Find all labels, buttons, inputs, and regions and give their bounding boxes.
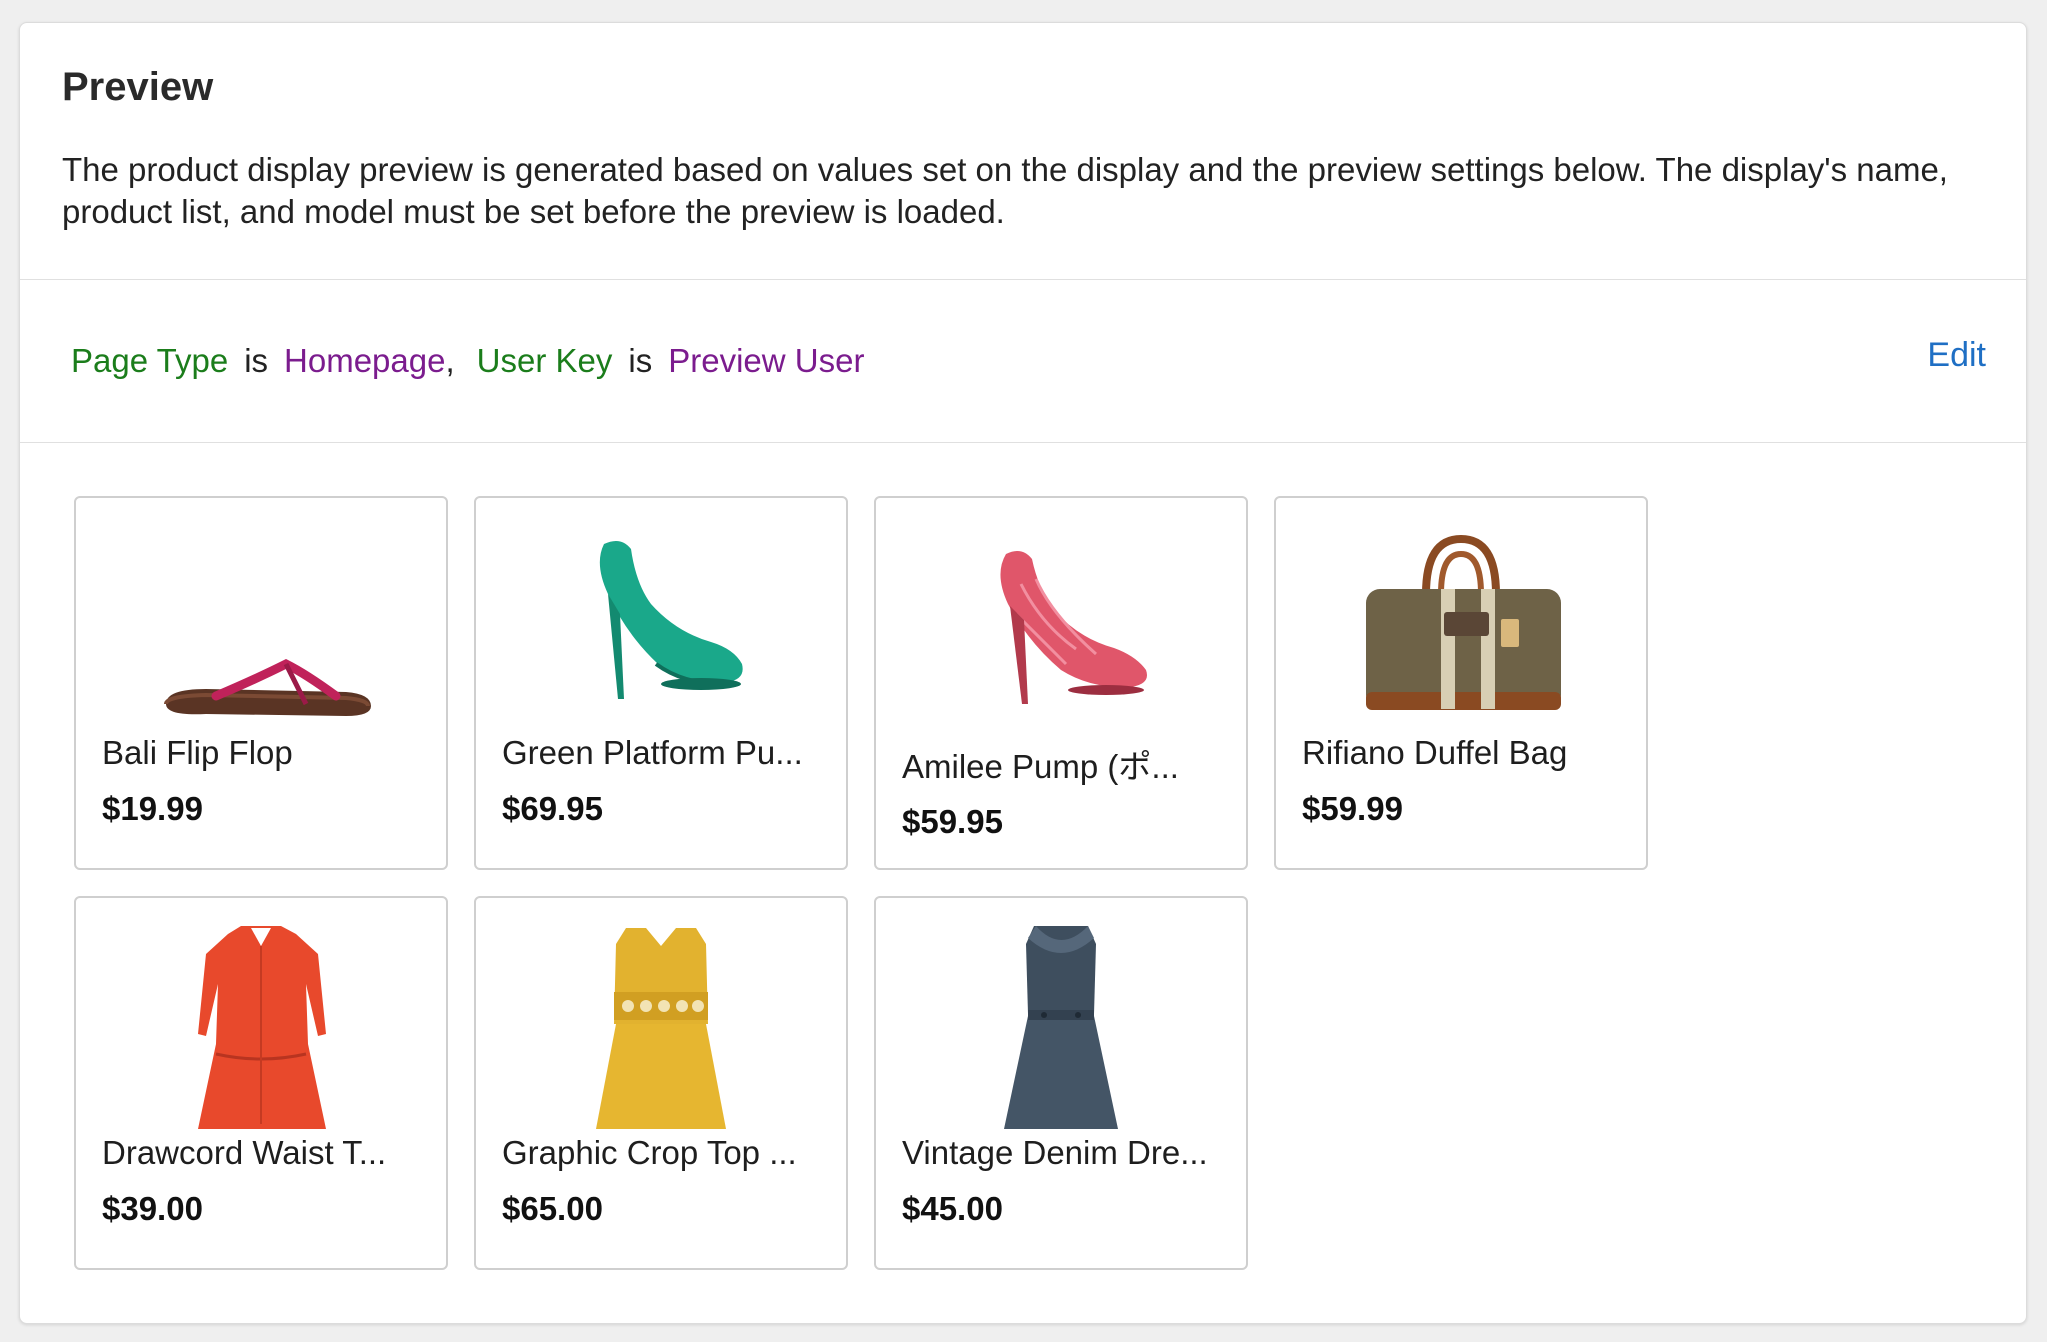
- product-name: Vintage Denim Dre...: [902, 1134, 1208, 1171]
- product-name: Drawcord Waist T...: [102, 1134, 387, 1171]
- product-card[interactable]: Bali Flip Flop $19.99: [74, 496, 448, 870]
- is-operator: is: [628, 342, 653, 379]
- user-key-value: Preview User: [668, 342, 865, 379]
- product-price: $65.00: [502, 1190, 603, 1227]
- product-card[interactable]: Amilee Pump (ポ... $59.95: [874, 496, 1248, 870]
- product-name: Bali Flip Flop: [102, 734, 293, 771]
- page-type-key: Page Type: [71, 342, 229, 379]
- product-name: Amilee Pump (ポ...: [902, 748, 1179, 785]
- is-operator: is: [244, 342, 269, 379]
- separator-comma: ,: [445, 342, 455, 379]
- preview-header: Preview The product display preview is g…: [20, 23, 2026, 280]
- product-card[interactable]: Rifiano Duffel Bag $59.99: [1274, 496, 1648, 870]
- product-card[interactable]: Green Platform Pu... $69.95: [474, 496, 848, 870]
- duffel-bag-icon: [1366, 534, 1561, 710]
- preview-description: The product display preview is generated…: [62, 151, 1948, 230]
- product-name: Green Platform Pu...: [502, 734, 803, 771]
- pink-pump-icon: [1000, 550, 1147, 704]
- red-dress-icon: [198, 926, 326, 1129]
- product-price: $59.99: [1302, 790, 1403, 827]
- flip-flop-icon: [164, 658, 371, 716]
- page-title: Preview: [62, 65, 214, 109]
- green-pump-icon: [599, 540, 743, 699]
- product-card[interactable]: Drawcord Waist T... $39.00: [74, 896, 448, 1270]
- product-name: Graphic Crop Top ...: [502, 1134, 797, 1171]
- user-key-key: User Key: [476, 342, 613, 379]
- denim-dress-icon: [1004, 926, 1118, 1129]
- product-name: Rifiano Duffel Bag: [1302, 734, 1568, 771]
- preview-panel: Preview The product display preview is g…: [19, 22, 2027, 1324]
- page-type-value: Homepage: [284, 342, 446, 379]
- product-price: $39.00: [102, 1190, 203, 1227]
- product-price: $69.95: [502, 790, 603, 827]
- product-card[interactable]: Vintage Denim Dre... $45.00: [874, 896, 1248, 1270]
- preview-settings-row: Page Type is Homepage, User Key is Previ…: [20, 280, 2026, 443]
- yellow-dress-icon: [596, 928, 726, 1129]
- product-grid: Bali Flip Flop $19.99 Green Platform Pu.…: [20, 443, 2026, 1270]
- product-price: $45.00: [902, 1190, 1003, 1227]
- product-price: $19.99: [102, 790, 203, 827]
- edit-settings-link[interactable]: Edit: [1927, 336, 1986, 375]
- product-card[interactable]: Graphic Crop Top ... $65.00: [474, 896, 848, 1270]
- product-price: $59.95: [902, 803, 1003, 840]
